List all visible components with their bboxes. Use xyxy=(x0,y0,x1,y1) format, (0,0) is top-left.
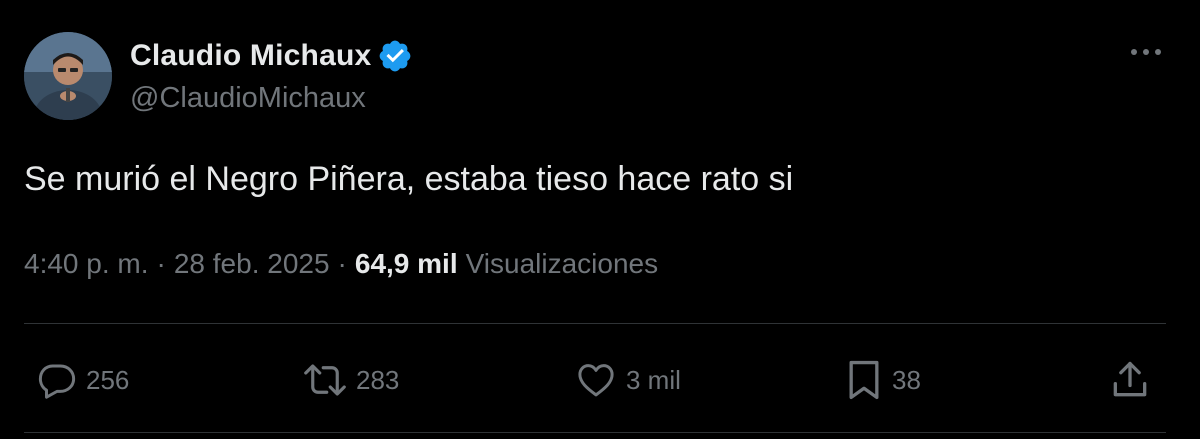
views-label[interactable]: Visualizaciones xyxy=(466,248,659,280)
tweet-card: Claudio Michaux @ClaudioMichaux Se murió… xyxy=(0,0,1200,439)
like-button[interactable]: 3 mil xyxy=(572,356,681,404)
user-handle[interactable]: @ClaudioMichaux xyxy=(130,82,366,115)
reply-button[interactable]: 256 xyxy=(34,356,129,404)
repost-icon xyxy=(304,364,346,396)
display-name[interactable]: Claudio Michaux xyxy=(130,39,371,73)
meta-separator: · xyxy=(337,248,347,279)
divider xyxy=(24,323,1166,324)
share-button[interactable] xyxy=(1108,356,1152,404)
tweet-date[interactable]: 28 feb. 2025 xyxy=(174,248,330,280)
repost-count: 283 xyxy=(356,364,400,395)
heart-icon xyxy=(578,364,614,397)
bookmark-icon xyxy=(849,360,879,400)
share-icon xyxy=(1113,361,1147,397)
bookmark-count: 38 xyxy=(892,364,921,395)
bookmark-button[interactable]: 38 xyxy=(842,356,921,404)
verified-badge-icon[interactable] xyxy=(377,38,413,74)
divider xyxy=(24,432,1166,433)
display-name-row: Claudio Michaux xyxy=(130,36,413,76)
views-count[interactable]: 64,9 mil xyxy=(355,248,458,280)
meta-separator: · xyxy=(156,248,166,279)
avatar[interactable] xyxy=(24,32,112,120)
more-options-icon[interactable] xyxy=(1126,40,1166,64)
avatar-image xyxy=(24,32,112,120)
like-count: 3 mil xyxy=(626,364,681,395)
reply-count: 256 xyxy=(86,364,130,395)
reply-icon xyxy=(38,364,76,399)
tweet-meta: 4:40 p. m. · 28 feb. 2025 · 64,9 mil Vis… xyxy=(24,248,658,280)
repost-button[interactable]: 283 xyxy=(300,356,399,404)
tweet-time[interactable]: 4:40 p. m. xyxy=(24,248,149,280)
tweet-text: Se murió el Negro Piñera, estaba tieso h… xyxy=(24,160,794,198)
